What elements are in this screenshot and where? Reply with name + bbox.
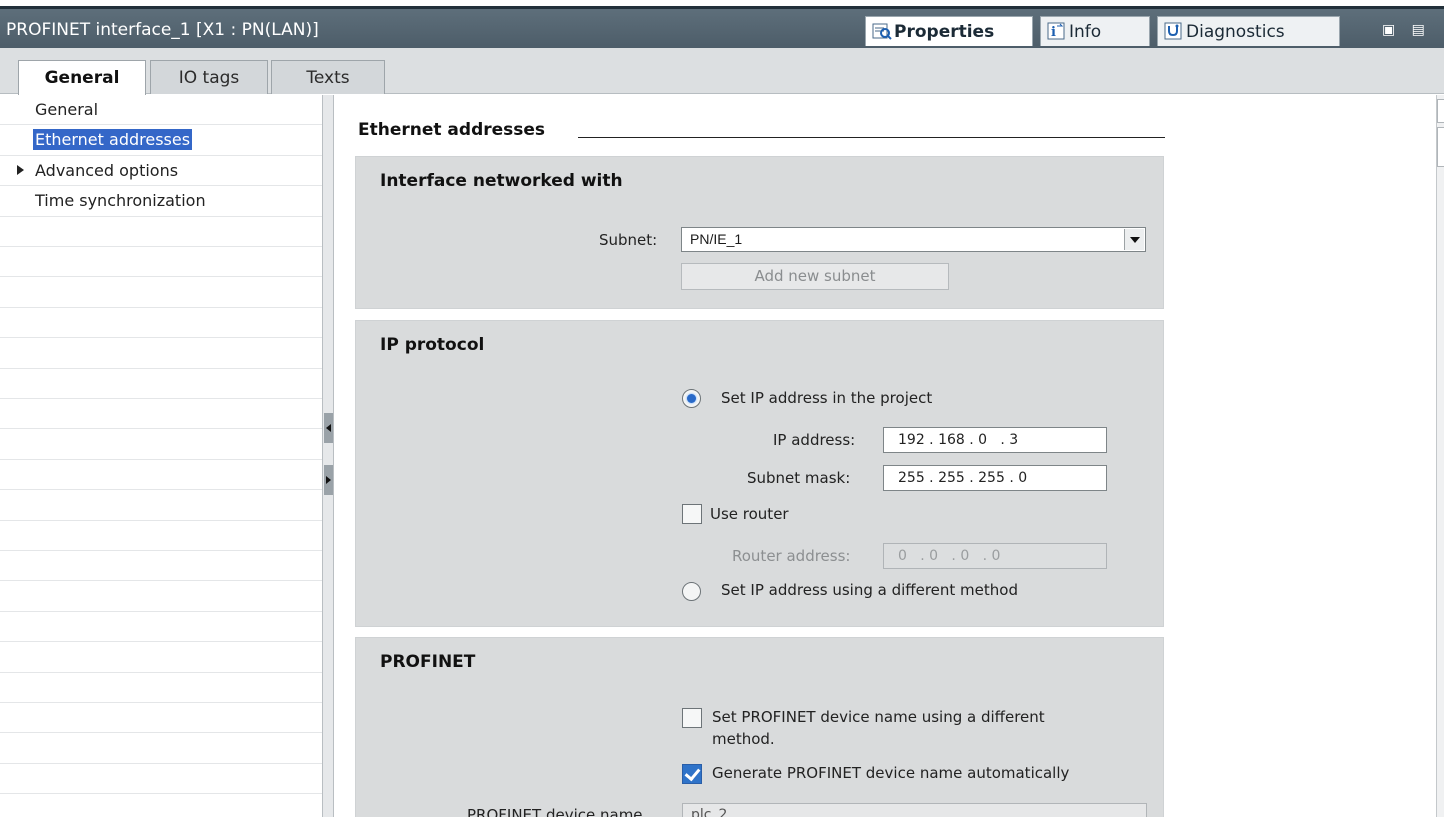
left-navigation: General Ethernet addresses Advanced opti… [0, 95, 322, 817]
generate-device-name-checkbox[interactable] [682, 764, 702, 784]
group-title: PROFINET [380, 652, 476, 672]
nav-item-label: Time synchronization [35, 191, 206, 211]
chevron-down-icon [1130, 237, 1140, 243]
nav-empty-row [0, 460, 322, 491]
tab-texts[interactable]: Texts [271, 60, 385, 94]
diagnostics-icon [1164, 22, 1182, 40]
nav-empty-row [0, 703, 322, 734]
nav-empty-row [0, 490, 322, 521]
info-icon: i [1047, 22, 1065, 40]
generate-device-name-label: Generate PROFINET device name automatica… [712, 764, 1070, 782]
ip-address-label: IP address: [773, 431, 856, 449]
set-device-name-different-label: Set PROFINET device name using a differe… [712, 708, 1045, 726]
tab-properties[interactable]: Properties [865, 16, 1033, 46]
subnet-value: PN/IE_1 [690, 231, 743, 247]
dropdown-button[interactable] [1124, 229, 1144, 250]
tab-io-tags[interactable]: IO tags [150, 60, 268, 94]
scroll-thumb[interactable] [1437, 127, 1444, 167]
tab-info-label: Info [1069, 22, 1102, 42]
nav-item-advanced-options[interactable]: Advanced options [0, 156, 322, 187]
ip-address-input[interactable]: 192 . 168 . 0 . 3 [883, 427, 1107, 453]
device-name-input: plc_2 [682, 803, 1147, 817]
nav-empty-row [0, 399, 322, 430]
set-ip-in-project-label: Set IP address in the project [721, 389, 933, 407]
profinet-group: PROFINET Set PROFINET device name using … [355, 637, 1164, 817]
interface-group: Interface networked with Subnet: PN/IE_1… [355, 156, 1164, 309]
nav-empty-row [0, 764, 322, 795]
add-new-subnet-button[interactable]: Add new subnet [681, 263, 949, 290]
nav-item-general[interactable]: General [0, 95, 322, 126]
nav-item-time-synchronization[interactable]: Time synchronization [0, 186, 322, 217]
nav-empty-row [0, 733, 322, 764]
properties-icon [872, 23, 892, 40]
collapse-left-button[interactable] [324, 413, 333, 443]
set-device-name-different-label-cont: method. [712, 730, 775, 748]
window-title: PROFINET interface_1 [X1 : PN(LAN)] [6, 20, 319, 40]
nav-empty-row [0, 521, 322, 551]
set-ip-different-method-radio[interactable] [682, 582, 701, 601]
group-title: IP protocol [380, 335, 485, 355]
nav-empty-row [0, 308, 322, 339]
nav-empty-row [0, 551, 322, 582]
section-title: Ethernet addresses [358, 120, 546, 140]
set-device-name-different-checkbox[interactable] [682, 708, 702, 728]
nav-empty-row [0, 338, 322, 369]
subtab-bar: General IO tags Texts [0, 48, 1444, 95]
svg-text:i: i [1051, 25, 1056, 40]
section-divider [578, 137, 1165, 138]
set-ip-different-method-label: Set IP address using a different method [721, 581, 1018, 599]
nav-item-ethernet-addresses[interactable]: Ethernet addresses [0, 125, 322, 156]
group-title: Interface networked with [380, 171, 623, 191]
nav-item-label: Ethernet addresses [33, 129, 193, 151]
ip-protocol-group: IP protocol Set IP address in the projec… [355, 320, 1164, 627]
nav-item-label: General [35, 100, 99, 119]
top-band-divider [0, 6, 1444, 9]
subnet-mask-input[interactable]: 255 . 255 . 255 . 0 [883, 465, 1107, 491]
nav-empty-row [0, 642, 322, 673]
scroll-up-button[interactable] [1437, 99, 1444, 123]
nav-empty-row [0, 429, 322, 460]
subnet-mask-label: Subnet mask: [747, 469, 851, 487]
vertical-scrollbar[interactable] [1436, 95, 1444, 817]
nav-empty-row [0, 673, 322, 703]
subnet-select[interactable]: PN/IE_1 [681, 227, 1146, 252]
tab-properties-label: Properties [894, 22, 995, 42]
expand-right-button[interactable] [324, 465, 333, 495]
router-address-label: Router address: [732, 547, 851, 565]
router-address-input: 0 . 0 . 0 . 0 [883, 543, 1107, 569]
tab-diagnostics[interactable]: Diagnostics [1157, 16, 1340, 46]
tab-info[interactable]: i Info [1040, 16, 1150, 46]
arrow-left-icon [326, 424, 331, 432]
use-router-label: Use router [710, 505, 789, 523]
nav-empty-row [0, 581, 322, 612]
device-name-label: PROFINET device name [467, 806, 643, 817]
arrow-right-icon [326, 476, 331, 484]
window-controls[interactable]: ▣ ▤ [1382, 22, 1431, 38]
nav-empty-row [0, 277, 322, 308]
subnet-label: Subnet: [599, 231, 658, 249]
nav-empty-row [0, 612, 322, 643]
set-ip-in-project-radio[interactable] [682, 389, 701, 408]
nav-empty-row [0, 369, 322, 399]
nav-item-label: Advanced options [35, 160, 179, 180]
nav-empty-row [0, 247, 322, 278]
panel-splitter[interactable] [322, 95, 334, 817]
title-bar: PROFINET interface_1 [X1 : PN(LAN)] Prop… [0, 0, 1444, 48]
nav-empty-row [0, 217, 322, 247]
use-router-checkbox[interactable] [682, 504, 702, 524]
tab-diagnostics-label: Diagnostics [1186, 22, 1285, 42]
expand-arrow-icon[interactable] [17, 164, 24, 175]
tab-general[interactable]: General [18, 60, 146, 95]
